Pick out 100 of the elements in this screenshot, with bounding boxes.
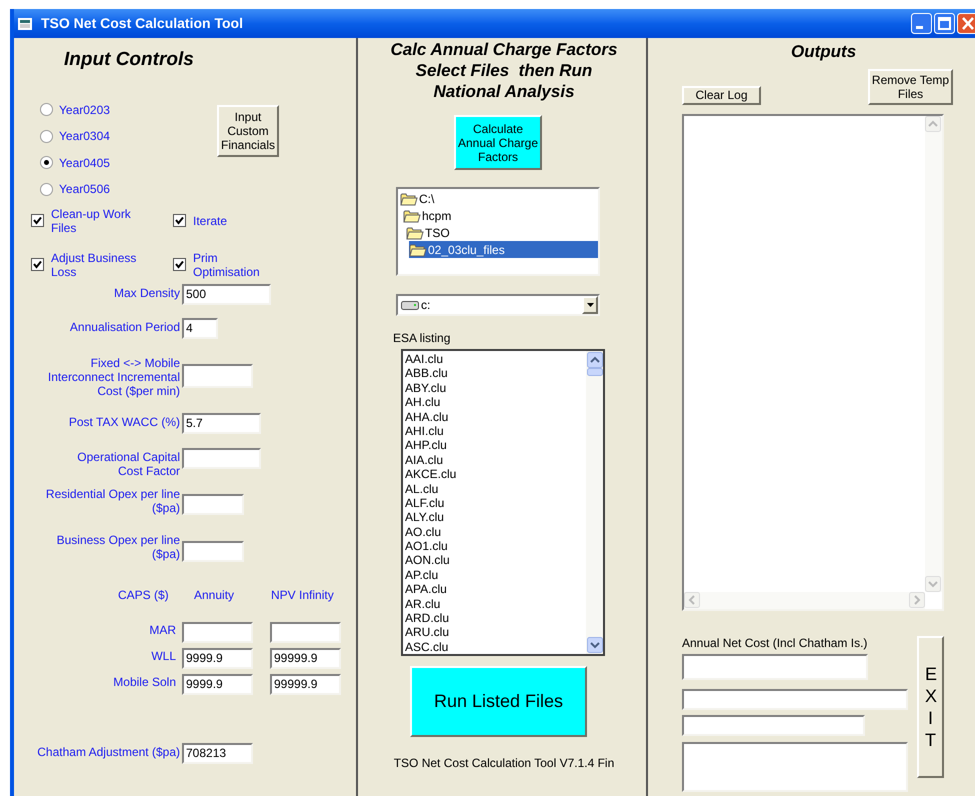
output-label: Annual Net Cost (Incl Chatham Is.) (682, 636, 868, 650)
checkbox-label: Iterate (193, 214, 228, 228)
input-field[interactable]: 708213 (182, 742, 253, 764)
custom-financials-button[interactable]: Input Custom Financials (217, 104, 279, 156)
field-label: Residential Opex per line ($pa) (44, 486, 180, 514)
drive-icon (401, 300, 419, 310)
input-field[interactable] (182, 364, 253, 388)
scroll-thumb[interactable] (586, 368, 602, 376)
folder-item[interactable]: 02_03clu_files (409, 241, 598, 258)
folder-icon (406, 226, 424, 240)
section-title: Outputs (791, 41, 856, 63)
folder-icon (403, 208, 421, 222)
minimize-button[interactable] (911, 13, 932, 34)
input-field[interactable]: 500 (182, 284, 271, 304)
list-item[interactable]: AIA.clu (405, 452, 586, 468)
list-item[interactable]: AO1.clu (405, 539, 586, 554)
exit-button[interactable]: EXIT (917, 636, 944, 778)
input-field[interactable]: 5.7 (182, 412, 261, 434)
drive-dropdown[interactable]: c: (396, 294, 600, 316)
folder-icon (400, 192, 418, 206)
list-item[interactable]: AHI.clu (405, 424, 586, 438)
list-item[interactable]: AL.clu (405, 482, 586, 496)
radio-label: Year0506 (59, 182, 110, 196)
input-field[interactable] (682, 742, 908, 792)
radio-label: Year0304 (59, 129, 110, 144)
input-field[interactable]: 99999.9 (270, 674, 341, 694)
list-item[interactable]: APA.clu (405, 582, 586, 597)
section-title: Select Files then Run (416, 60, 592, 81)
scrollbar[interactable] (925, 116, 942, 592)
field-label: Operational Capital Cost Factor (76, 450, 180, 478)
scroll-down-icon[interactable] (586, 637, 602, 653)
input-field[interactable] (182, 494, 244, 514)
list-item[interactable]: AAI.clu (405, 352, 586, 366)
clear-log-button[interactable]: Clear Log (682, 86, 761, 104)
list-item[interactable]: AKCE.clu (405, 467, 586, 482)
checkbox[interactable] (31, 214, 44, 227)
list-item[interactable]: AH.clu (405, 395, 586, 410)
scrollbar[interactable] (586, 351, 603, 654)
checkbox[interactable] (173, 258, 186, 271)
run-button[interactable]: Run Listed Files (410, 666, 587, 737)
list-item[interactable]: ALY.clu (405, 510, 586, 525)
input-field[interactable] (682, 688, 908, 710)
list-item[interactable]: AP.clu (405, 568, 586, 582)
list-item[interactable]: ARU.clu (405, 625, 586, 640)
radio-button[interactable] (40, 182, 53, 196)
field-label: Chatham Adjustment ($pa) (37, 744, 180, 758)
input-field[interactable] (182, 622, 253, 642)
radio-button[interactable] (40, 156, 53, 170)
folder-icon (409, 242, 427, 256)
folder-item[interactable]: TSO (406, 224, 598, 241)
section-title: National Analysis (433, 81, 575, 102)
scroll-up-icon[interactable] (586, 352, 602, 368)
radio-button[interactable] (40, 130, 53, 143)
input-field[interactable] (182, 540, 244, 562)
close-button[interactable] (957, 13, 975, 34)
list-item[interactable]: AHA.clu (405, 410, 586, 424)
column-header: CAPS ($) (118, 588, 170, 602)
field-label: Business Opex per line ($pa) (56, 532, 180, 560)
scroll-up-icon[interactable] (925, 116, 941, 132)
column-header: NPV Infinity (271, 588, 334, 602)
input-field[interactable]: 9999.9 (182, 648, 253, 668)
radio-button[interactable] (40, 103, 53, 116)
input-field[interactable]: 4 (182, 318, 218, 338)
list-item[interactable]: AR.clu (405, 596, 586, 612)
list-item[interactable]: AHP.clu (405, 438, 586, 453)
input-field[interactable] (270, 622, 341, 642)
radio-label: Year0405 (59, 156, 110, 170)
list-label: ESA listing (393, 330, 450, 347)
row-label: Mobile Soln (113, 674, 176, 688)
checkbox-label: Adjust Business Loss (51, 250, 138, 278)
maximize-button[interactable] (934, 13, 955, 34)
folder-item[interactable]: hcpm (403, 207, 598, 224)
list-item[interactable]: AON.clu (405, 553, 586, 568)
remove-temp-files-button[interactable]: Remove Temp Files (868, 68, 953, 104)
checkbox[interactable] (31, 258, 44, 271)
checkbox[interactable] (173, 214, 186, 227)
row-label: MAR (149, 622, 176, 636)
input-field[interactable]: 9999.9 (182, 674, 253, 694)
list-item[interactable]: ABY.clu (405, 380, 586, 396)
radio-label: Year0203 (59, 102, 110, 117)
input-field[interactable]: 99999.9 (270, 648, 341, 668)
folder-item[interactable]: C:\ (400, 190, 598, 207)
calculate-button[interactable]: Calculate Annual Charge Factors (454, 115, 542, 170)
column-header: Annuity (194, 588, 236, 602)
field-label: Post TAX WACC (%) (68, 414, 180, 428)
caret-icon (586, 303, 594, 307)
section-title: Input Controls (64, 48, 195, 72)
version-label: TSO Net Cost Calculation Tool V7.1.4 Fin (394, 755, 614, 772)
input-field[interactable] (682, 714, 865, 736)
checkbox-label: Clean-up Work Files (51, 206, 132, 234)
input-field[interactable] (182, 448, 261, 468)
list-item[interactable]: AO.clu (405, 524, 586, 540)
list-item[interactable]: ASC.clu (405, 640, 586, 654)
list-item[interactable]: ABB.clu (405, 366, 586, 381)
input-field[interactable] (682, 654, 868, 680)
list-item[interactable]: ALF.clu (405, 496, 586, 510)
field-label: Fixed <-> Mobile Interconnect Incremental Cost ($per min) (46, 356, 180, 398)
checkbox-label: Prim Optimisation (193, 250, 261, 278)
field-label: Annualisation Period (70, 320, 180, 334)
list-item[interactable]: ARD.clu (405, 611, 586, 626)
